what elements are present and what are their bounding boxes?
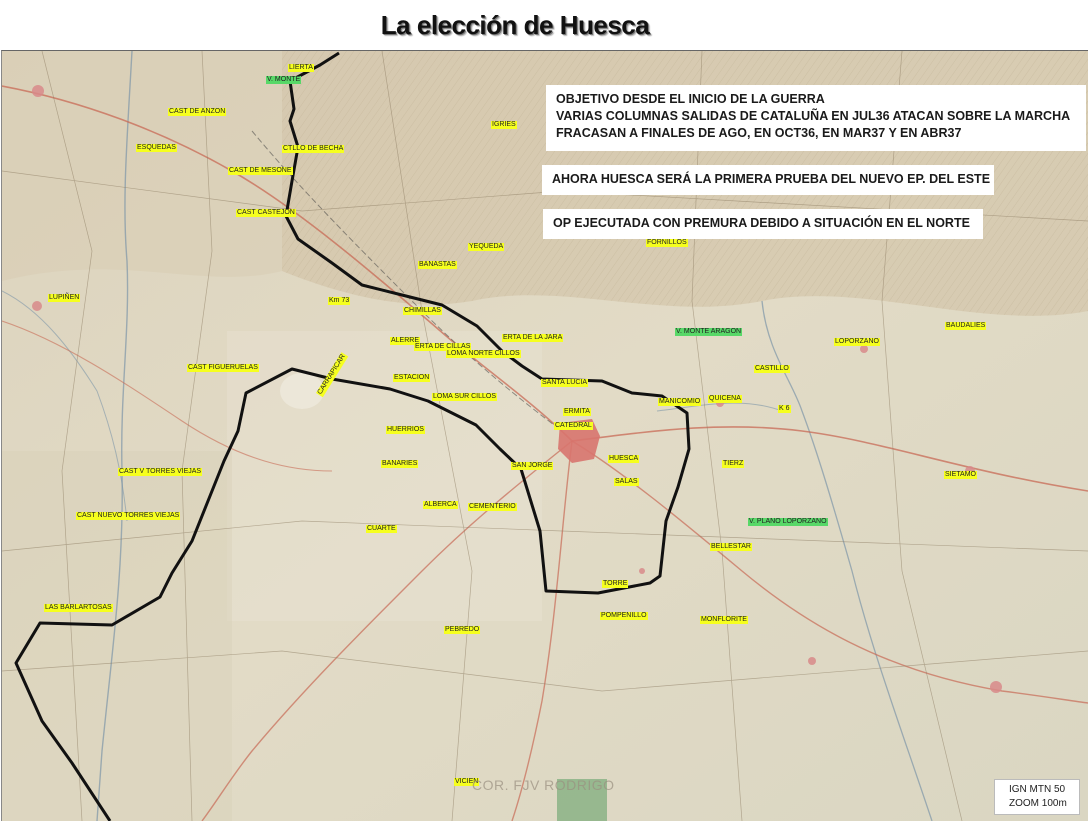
place-label-salas: SALAS [614, 478, 639, 486]
objective-line-2: VARIAS COLUMNAS SALIDAS DE CATALUÑA EN J… [556, 109, 1071, 123]
place-label-igries: IGRIES [491, 121, 517, 129]
place-label-lierta: LIERTA [288, 64, 314, 72]
author-watermark: COR. FJV RODRIGO [472, 777, 615, 793]
first-test-text: AHORA HUESCA SERÁ LA PRIMERA PRUEBA DEL … [552, 172, 991, 186]
place-label-santa-lucia: SANTA LUCIA [541, 379, 588, 387]
place-label-cementerio: CEMENTERIO [468, 503, 517, 511]
place-label-monflorite: MONFLORITE [700, 616, 748, 624]
place-label-banastas: BANASTAS [418, 261, 457, 269]
execution-note: OP EJECUTADA CON PREMURA DEBIDO A SITUAC… [543, 209, 983, 239]
place-label-v-plano-loporzano: V. PLANO LOPORZANO [748, 518, 828, 526]
place-label-loma-sur-cillos: LOMA SUR CILLOS [432, 393, 498, 401]
place-label-erta-de-la-jara: ERTA DE LA JARA [502, 334, 564, 342]
place-label-cast-nuevo-torres-viejas: CAST NUEVO TORRES VIEJAS [76, 512, 181, 520]
map-title: La elección de Huesca [380, 10, 650, 40]
place-label-quicena: QUICENA [708, 395, 742, 403]
place-label-v-monte-aragon: V. MONTE ARAGON [675, 328, 743, 336]
place-label-torre: TORRE [602, 580, 629, 588]
place-label-manicomio: MANICOMIO [658, 398, 702, 406]
source-line-1: IGN MTN 50 [1009, 784, 1066, 795]
source-line-2: ZOOM 100m [1009, 798, 1067, 809]
place-label-alberca: ALBERCA [423, 501, 458, 509]
place-label-huesca: HUESCA [608, 455, 640, 463]
place-label-san-jorge: SAN JORGE [511, 462, 554, 470]
place-label-tierz: TIERZ [722, 460, 745, 468]
place-label-estacion: ESTACION [393, 374, 431, 382]
place-label-yequeda: YEQUEDA [468, 243, 505, 251]
place-label-castillo: CASTILLO [754, 365, 790, 373]
place-label-km-73: Km 73 [328, 297, 351, 305]
place-label-fornillos: FORNILLOS [646, 239, 688, 247]
place-label-huerrios: HUERRIOS [386, 426, 425, 434]
execution-text: OP EJECUTADA CON PREMURA DEBIDO A SITUAC… [553, 216, 970, 230]
place-label-las-barlartosas: LAS BARLARTOSAS [44, 604, 113, 612]
place-label-catedral: CATEDRAL [554, 422, 593, 430]
place-label-sietamo: SIETAMO [944, 471, 977, 479]
place-label-esquedas: ESQUEDAS [136, 144, 177, 152]
place-label-cast-v-torres-viejas: CAST V TORRES VIEJAS [118, 468, 203, 476]
place-label-pompenillo: POMPENILLO [600, 612, 648, 620]
place-label-cast-figueruelas: CAST FIGUERUELAS [187, 364, 259, 372]
place-label-v-monte: V. MONTE [266, 76, 302, 84]
objective-note: OBJETIVO DESDE EL INICIO DE LA GUERRA VA… [546, 85, 1086, 151]
place-label-cuarte: CUARTE [366, 525, 397, 533]
objective-line-1: OBJETIVO DESDE EL INICIO DE LA GUERRA [556, 92, 825, 106]
place-label-cast-de-anzon: CAST DE ANZON [168, 108, 227, 116]
place-label-ctllo-de-becha: CTLLO DE BECHA [282, 145, 345, 153]
place-label-loma-norte-cillos: LOMA NORTE CILLOS [446, 350, 521, 358]
place-label-bellestar: BELLESTAR [710, 543, 752, 551]
objective-line-3: FRACASAN A FINALES DE AGO, EN OCT36, EN … [556, 126, 962, 140]
map-source-box: IGN MTN 50 ZOOM 100m [994, 779, 1080, 815]
place-label-pebredo: PEBREDO [444, 626, 481, 634]
place-label-loporzano: LOPORZANO [834, 338, 880, 346]
place-label-ermita: ERMITA [563, 408, 591, 416]
place-label-chimillas: CHIMILLAS [403, 307, 442, 315]
topographic-map[interactable]: LIERTA V. MONTE CAST DE ANZON IGRIES ESQUEDA… [1, 50, 1088, 821]
place-label-baudalies: BAUDALIES [945, 322, 987, 330]
place-label-cast-de-mesone: CAST DE MESONE [228, 167, 293, 175]
place-label-k-6: K 6 [778, 405, 791, 413]
place-label-lupiñen: LUPIÑEN [48, 294, 81, 302]
place-label-cast-castejon: CAST CASTEJON [236, 209, 296, 217]
place-label-banaries: BANARIES [381, 460, 419, 468]
first-test-note: AHORA HUESCA SERÁ LA PRIMERA PRUEBA DEL … [542, 165, 994, 195]
